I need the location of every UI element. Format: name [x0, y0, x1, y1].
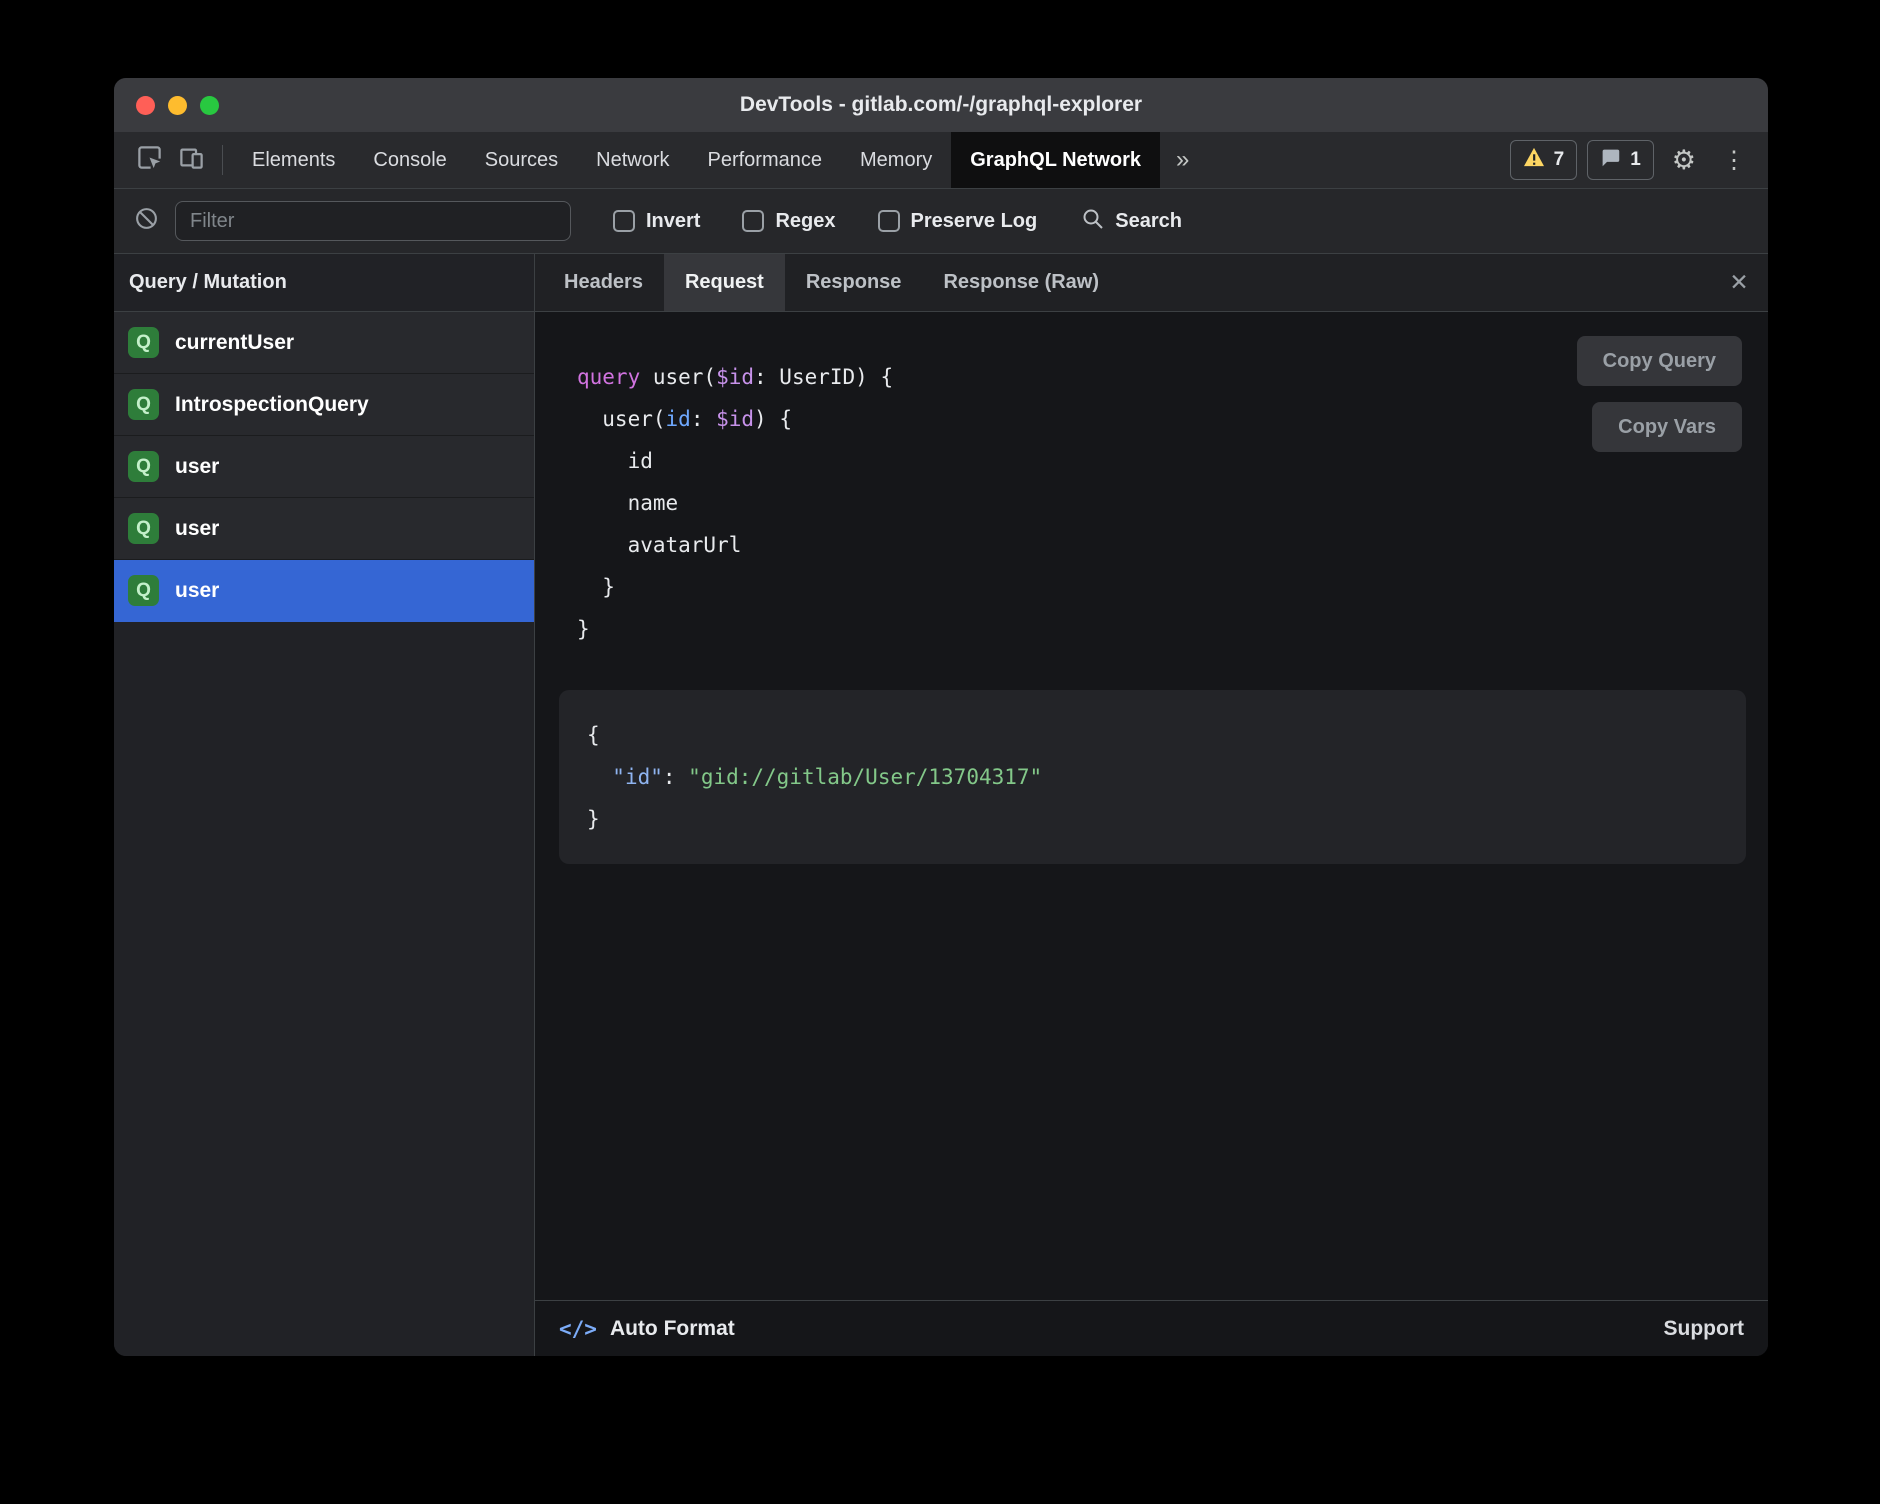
query-name: user [175, 579, 219, 603]
inspect-cursor-icon [136, 144, 163, 176]
tab-elements[interactable]: Elements [233, 132, 354, 188]
query-list-item[interactable]: Q IntrospectionQuery [114, 374, 534, 436]
query-type-badge: Q [128, 451, 159, 482]
devtools-window: DevTools - gitlab.com/-/graphql-explorer… [114, 78, 1768, 1356]
main-tabbar: ElementsConsoleSourcesNetworkPerformance… [114, 132, 1768, 189]
auto-format-button[interactable]: Auto Format [610, 1317, 735, 1341]
search-control[interactable]: Search [1081, 207, 1182, 236]
checkbox-preserve-log[interactable]: Preserve Log [878, 210, 1038, 233]
settings-button[interactable]: ⚙ [1664, 145, 1704, 176]
code-line: } [577, 608, 1746, 650]
query-name: currentUser [175, 331, 294, 355]
checkbox-invert[interactable]: Invert [613, 210, 700, 233]
checkbox-label: Preserve Log [911, 210, 1038, 233]
copy-buttons: Copy Query Copy Vars [1577, 336, 1742, 452]
query-name: user [175, 517, 219, 541]
request-body: Copy Query Copy Vars query user($id: Use… [535, 312, 1768, 1300]
query-type-badge: Q [128, 513, 159, 544]
filter-toolbar: Invert Regex Preserve Log Search [114, 189, 1768, 254]
code-line: name [577, 482, 1746, 524]
code-line: id [577, 440, 1746, 482]
query-list-item[interactable]: Quser [114, 498, 534, 560]
code-line: "id": "gid://gitlab/User/13704317" [587, 756, 1718, 798]
checkbox-box[interactable] [613, 210, 635, 232]
tab-performance[interactable]: Performance [689, 132, 842, 188]
more-tabs-button[interactable]: » [1160, 132, 1205, 188]
copy-query-button[interactable]: Copy Query [1577, 336, 1742, 386]
query-name: IntrospectionQuery [175, 393, 369, 417]
support-link[interactable]: Support [1664, 1317, 1744, 1341]
window-title: DevTools - gitlab.com/-/graphql-explorer [114, 93, 1768, 117]
graphql-query-code: query user($id: UserID) { user(id: $id) … [577, 356, 1746, 650]
device-toolbar-button[interactable] [170, 132, 212, 188]
query-list-panel: Query / Mutation QcurrentUserQIntrospect… [114, 254, 535, 1356]
tab-memory[interactable]: Memory [841, 132, 951, 188]
detail-tab-request[interactable]: Request [664, 254, 785, 311]
query-type-badge: Q [128, 327, 159, 358]
warnings-badge[interactable]: 7 [1510, 140, 1578, 180]
code-line: } [587, 798, 1718, 840]
graphql-variables-code: { "id": "gid://gitlab/User/13704317"} [587, 714, 1718, 840]
filter-input[interactable] [175, 201, 571, 241]
query-type-badge: Q [128, 575, 159, 606]
checkbox-box[interactable] [742, 210, 764, 232]
detail-tabs: HeadersRequestResponseResponse (Raw) [543, 254, 1120, 311]
clear-requests-button[interactable] [134, 206, 159, 236]
close-icon: ✕ [1729, 269, 1748, 296]
tab-console[interactable]: Console [354, 132, 465, 188]
block-icon [134, 206, 159, 236]
content-area: Query / Mutation QcurrentUserQIntrospect… [114, 254, 1768, 1356]
device-toolbar-icon [178, 144, 205, 176]
inspect-element-button[interactable] [128, 132, 170, 188]
query-name: user [175, 455, 219, 479]
close-window-button[interactable] [136, 96, 155, 115]
tab-network[interactable]: Network [577, 132, 688, 188]
detail-footer: </> Auto Format Support [535, 1300, 1768, 1356]
query-type-badge: Q [128, 389, 159, 420]
variables-box: { "id": "gid://gitlab/User/13704317"} [559, 690, 1746, 864]
tabbar-right-controls: 7 1 ⚙ ⋮ [1510, 132, 1768, 188]
warning-triangle-icon [1523, 147, 1545, 173]
message-bubble-icon [1600, 147, 1621, 174]
code-line: avatarUrl [577, 524, 1746, 566]
issues-count: 1 [1630, 149, 1641, 171]
code-line: query user($id: UserID) { [577, 356, 1746, 398]
zoom-window-button[interactable] [200, 96, 219, 115]
checkbox-label: Regex [775, 210, 835, 233]
request-detail-panel: HeadersRequestResponseResponse (Raw) ✕ C… [535, 254, 1768, 1356]
toolbar-divider [222, 145, 223, 175]
checkbox-box[interactable] [878, 210, 900, 232]
detail-tabbar: HeadersRequestResponseResponse (Raw) ✕ [535, 254, 1768, 312]
query-list-item[interactable]: Quser [114, 560, 534, 622]
tab-graphql-network[interactable]: GraphQL Network [951, 132, 1160, 188]
detail-tab-response-raw[interactable]: Response (Raw) [922, 254, 1120, 311]
copy-vars-button[interactable]: Copy Vars [1592, 402, 1742, 452]
main-tabs: ElementsConsoleSourcesNetworkPerformance… [233, 132, 1160, 188]
checkbox-regex[interactable]: Regex [742, 210, 835, 233]
titlebar: DevTools - gitlab.com/-/graphql-explorer [114, 78, 1768, 132]
kebab-menu-icon: ⋮ [1722, 146, 1746, 175]
query-list-item[interactable]: Quser [114, 436, 534, 498]
checkbox-label: Invert [646, 210, 700, 233]
detail-tab-response[interactable]: Response [785, 254, 923, 311]
query-list-header: Query / Mutation [114, 254, 534, 312]
code-format-icon: </> [559, 1317, 597, 1341]
checkbox-row: Invert Regex Preserve Log [571, 210, 1037, 233]
minimize-window-button[interactable] [168, 96, 187, 115]
warning-count: 7 [1554, 149, 1565, 171]
detail-tab-headers[interactable]: Headers [543, 254, 664, 311]
code-line: { [587, 714, 1718, 756]
search-icon [1081, 207, 1105, 236]
code-line: user(id: $id) { [577, 398, 1746, 440]
query-list-item[interactable]: QcurrentUser [114, 312, 534, 374]
menu-button[interactable]: ⋮ [1714, 146, 1754, 175]
gear-icon: ⚙ [1672, 145, 1696, 176]
search-label: Search [1115, 210, 1182, 233]
tab-sources[interactable]: Sources [466, 132, 577, 188]
close-detail-button[interactable]: ✕ [1710, 254, 1768, 311]
query-list: QcurrentUserQIntrospectionQueryQuserQuse… [114, 312, 534, 622]
traffic-lights [136, 96, 219, 115]
code-line: } [577, 566, 1746, 608]
issues-badge[interactable]: 1 [1587, 140, 1654, 180]
